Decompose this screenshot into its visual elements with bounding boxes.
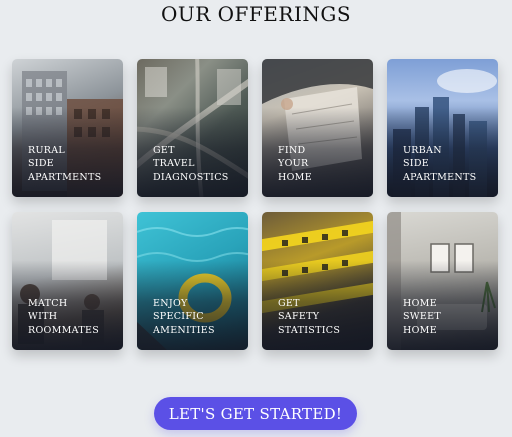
offering-card-get-safety-statistics[interactable]: GET SAFETY STATISTICS xyxy=(262,212,373,350)
card-label: FIND YOUR HOME xyxy=(278,144,312,183)
offering-card-find-your-home[interactable]: FIND YOUR HOME xyxy=(262,59,373,197)
offering-card-travel-diagnostics[interactable]: GET TRAVEL DIAGNOSTICS xyxy=(137,59,248,197)
card-label: MATCH WITH ROOMMATES xyxy=(28,297,100,336)
card-label: GET SAFETY STATISTICS xyxy=(278,297,341,336)
offering-card-rural-side-apartments[interactable]: RURAL SIDE APARTMENTS xyxy=(12,59,123,197)
offering-card-urban-side-apartments[interactable]: URBAN SIDE APARTMENTS xyxy=(387,59,498,197)
offering-card-enjoy-specific-amenities[interactable]: ENJOY SPECIFIC AMENITIES xyxy=(137,212,248,350)
page-title: OUR OFFERINGS xyxy=(160,2,352,26)
card-label: RURAL SIDE APARTMENTS xyxy=(28,144,102,183)
card-label: ENJOY SPECIFIC AMENITIES xyxy=(153,297,215,336)
card-label: URBAN SIDE APARTMENTS xyxy=(403,144,477,183)
get-started-button[interactable]: LET'S GET STARTED! xyxy=(154,397,357,430)
offering-card-home-sweet-home[interactable]: HOME SWEET HOME xyxy=(387,212,498,350)
card-label: HOME SWEET HOME xyxy=(403,297,441,336)
card-label: GET TRAVEL DIAGNOSTICS xyxy=(153,144,229,183)
offerings-page: OUR OFFERINGS RURAL SIDE APARTMENTS GET … xyxy=(0,0,512,437)
offering-card-match-with-roommates[interactable]: MATCH WITH ROOMMATES xyxy=(12,212,123,350)
offerings-grid: RURAL SIDE APARTMENTS GET TRAVEL DIAGNOS… xyxy=(12,59,498,350)
